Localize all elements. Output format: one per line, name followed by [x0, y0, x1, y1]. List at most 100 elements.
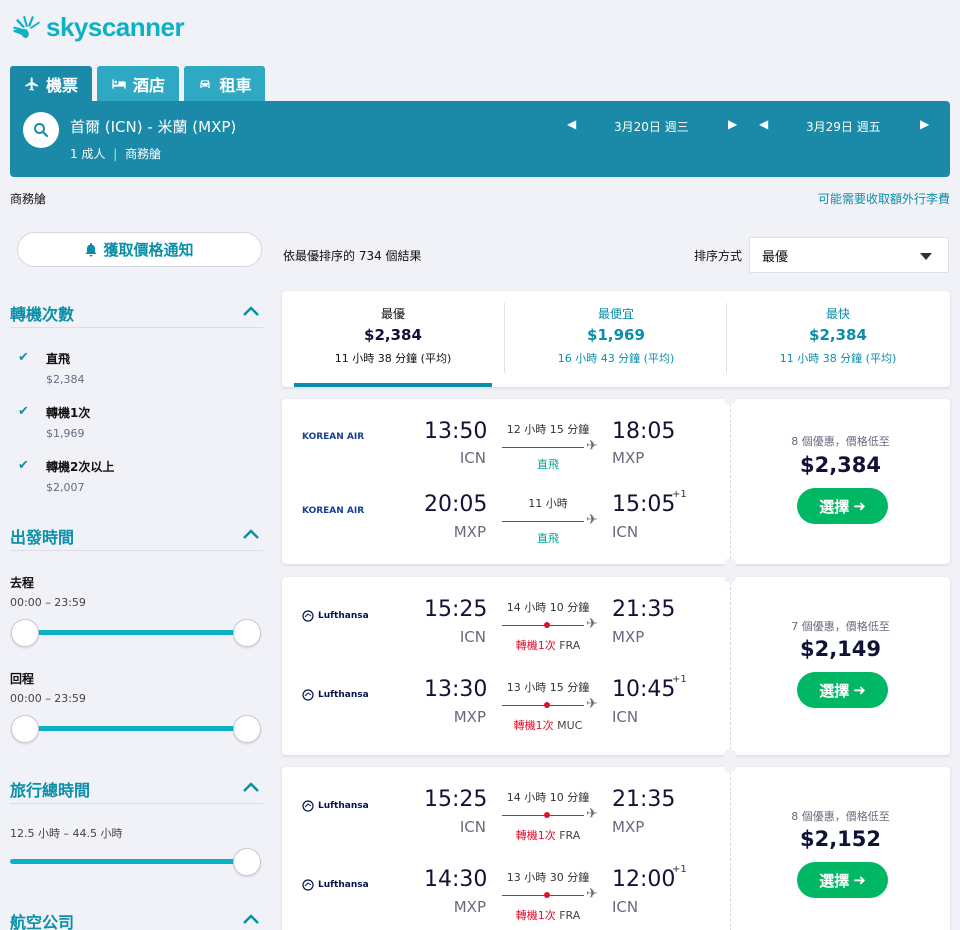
ticket-notch: [724, 558, 736, 570]
lufthansa-crane-icon: [302, 879, 314, 891]
select-button[interactable]: 選擇 ➜: [797, 862, 888, 898]
flight-card[interactable]: KOREAN AIR 13:50 ICN 12 小時 15 分鐘 ✈ 直飛 18…: [282, 393, 950, 570]
lufthansa-crane-icon: [302, 689, 314, 701]
sort-tab-best[interactable]: 最優 $2,384 11 小時 38 分鐘 (平均): [282, 291, 504, 387]
search-summary-bar[interactable]: [10, 101, 950, 177]
stops-one-checkbox[interactable]: ✔: [18, 405, 32, 419]
plane-icon: ✈: [586, 886, 598, 902]
bell-icon: [85, 242, 97, 256]
chevron-up-icon[interactable]: [242, 913, 260, 925]
stops-option-price: $2,384: [46, 373, 85, 386]
departure-airport: MXP: [453, 708, 486, 726]
flight-card[interactable]: Lufthansa 15:25 ICN 14 小時 10 分鐘 ✈ 轉機1次 F…: [282, 761, 950, 930]
sort-tab-fastest[interactable]: 最快 $2,384 11 小時 38 分鐘 (平均): [727, 291, 949, 387]
route-line: [502, 447, 584, 448]
stops-option-price: $1,969: [46, 427, 85, 440]
stops-label: 轉機1次: [513, 719, 554, 732]
car-icon: [200, 79, 211, 88]
offers-count: 8 個優惠，價格低至: [791, 435, 890, 448]
chevron-up-icon[interactable]: [242, 781, 260, 793]
card-divider: [730, 399, 731, 564]
outbound-slider-min-handle[interactable]: [11, 619, 39, 647]
outbound-label: 去程: [10, 576, 35, 590]
duration-slider-handle[interactable]: [233, 848, 261, 876]
airline-logo-lufthansa: Lufthansa: [302, 610, 369, 622]
sort-tab-cheapest[interactable]: 最便宜 $1,969 16 小時 43 分鐘 (平均): [505, 291, 727, 387]
route-text[interactable]: 首爾 (ICN) - 米蘭 (MXP): [70, 116, 236, 137]
airline-name: KOREAN AIR: [302, 432, 365, 442]
depart-date[interactable]: 3月20日 週三: [614, 118, 689, 135]
stops-direct-checkbox[interactable]: ✔: [18, 351, 32, 365]
flight-duration: 13 小時 15 分鐘: [506, 681, 590, 694]
stops-info: 直飛: [500, 456, 596, 472]
flight-price: $2,149: [799, 637, 882, 661]
price-alert-label: 獲取價格通知: [103, 241, 194, 259]
duration-slider-track[interactable]: [10, 859, 247, 864]
depart-next-icon[interactable]: ▶: [728, 117, 737, 131]
tab-flights[interactable]: 機票: [10, 66, 92, 101]
airline-logo-lufthansa: Lufthansa: [302, 689, 369, 701]
price-alert-button[interactable]: 獲取價格通知: [17, 232, 262, 267]
plane-icon: ✈: [586, 806, 598, 822]
select-button[interactable]: 選擇 ➜: [797, 672, 888, 708]
tab-hotels[interactable]: 酒店: [97, 66, 179, 101]
tab-label: 酒店: [132, 75, 165, 95]
depart-prev-icon[interactable]: ◀: [567, 117, 576, 131]
airline-name: Lufthansa: [318, 801, 369, 811]
via-airport: MUC: [557, 719, 583, 732]
sort-dropdown[interactable]: 最優: [749, 237, 949, 273]
chevron-up-icon[interactable]: [242, 528, 260, 540]
passenger-cabin-summary[interactable]: 1 成人 | 商務艙: [70, 145, 161, 162]
plane-icon: ✈: [586, 512, 598, 528]
cabin-class: 商務艙: [125, 147, 162, 161]
flight-card[interactable]: Lufthansa 15:25 ICN 14 小時 10 分鐘 ✈ 轉機1次 F…: [282, 571, 950, 761]
flight-duration: 11 小時: [528, 497, 568, 510]
return-date[interactable]: 3月29日 週五: [806, 118, 881, 135]
ticket-notch: [724, 393, 736, 405]
stops-filter-title[interactable]: 轉機次數: [10, 301, 74, 325]
outbound-slider-track[interactable]: [25, 630, 247, 635]
flight-duration: 14 小時 10 分鐘: [506, 791, 590, 804]
search-icon: [34, 123, 49, 138]
offers-count: 7 個優惠，價格低至: [791, 620, 890, 633]
departure-time: 14:30: [424, 867, 488, 892]
next-day-indicator: +1: [672, 674, 687, 685]
skyscanner-logo[interactable]: skyscanner: [10, 10, 185, 44]
duration-filter-title[interactable]: 旅行總時間: [10, 777, 90, 801]
select-label: 選擇: [819, 871, 850, 890]
chevron-up-icon[interactable]: [242, 305, 260, 317]
stop-dot: [544, 812, 550, 818]
arrival-airport: MXP: [612, 818, 645, 836]
sort-tab-title: 最優: [380, 307, 405, 321]
return-slider-max-handle[interactable]: [233, 715, 261, 743]
airlines-filter-title[interactable]: 航空公司: [10, 909, 74, 930]
airline-logo-lufthansa: Lufthansa: [302, 879, 369, 891]
search-button[interactable]: [23, 112, 59, 148]
arrival-time: 10:45: [612, 677, 676, 702]
arrival-time: 21:35: [612, 597, 676, 622]
baggage-fee-link[interactable]: 可能需要收取額外行李費: [818, 190, 950, 207]
stop-dot: [544, 892, 550, 898]
return-slider-track[interactable]: [25, 726, 247, 731]
return-slider-min-handle[interactable]: [11, 715, 39, 743]
via-airport: FRA: [559, 829, 581, 842]
sort-label: 排序方式: [694, 249, 743, 263]
plane-icon: ✈: [586, 616, 598, 632]
departure-airport: ICN: [459, 818, 486, 836]
sort-tab-price: $2,384: [809, 326, 867, 344]
departure-time: 15:25: [424, 787, 488, 812]
return-next-icon[interactable]: ▶: [920, 117, 929, 131]
tab-car-hire[interactable]: 租車: [184, 66, 265, 101]
departure-times-title[interactable]: 出發時間: [10, 524, 74, 548]
via-airport: FRA: [559, 639, 581, 652]
outbound-slider-max-handle[interactable]: [233, 619, 261, 647]
via-airport: FRA: [559, 909, 581, 922]
brand-name: skyscanner: [46, 11, 185, 42]
skyscanner-sun-icon: [13, 16, 40, 38]
return-prev-icon[interactable]: ◀: [759, 117, 768, 131]
select-button[interactable]: 選擇 ➜: [797, 488, 888, 524]
sort-tab-price: $2,384: [364, 326, 422, 344]
bed-icon: [112, 78, 126, 89]
next-day-indicator: +1: [672, 864, 687, 875]
stops-two-plus-checkbox[interactable]: ✔: [18, 459, 32, 473]
